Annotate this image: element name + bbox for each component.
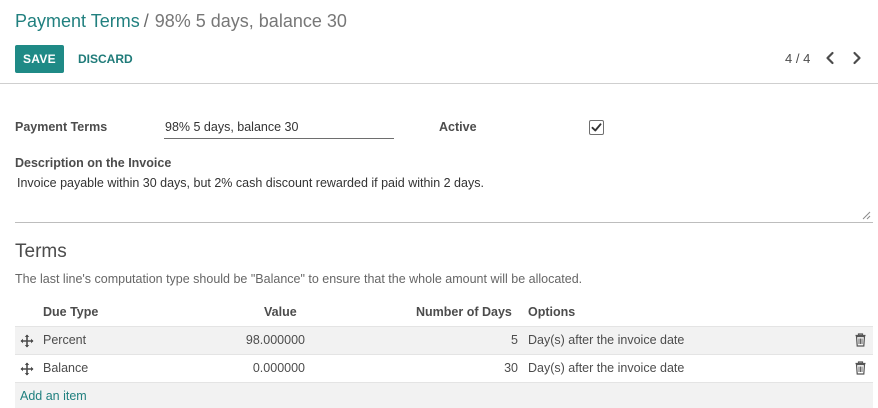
breadcrumb: Payment Terms/98% 5 days, balance 30 xyxy=(15,11,347,32)
cell-due-type: Percent xyxy=(43,333,87,347)
resize-grip-icon[interactable] xyxy=(862,211,871,220)
checkmark-icon xyxy=(591,123,602,132)
column-header-options[interactable]: Options xyxy=(528,305,575,319)
active-label: Active xyxy=(439,120,477,134)
add-item-link[interactable]: Add an item xyxy=(20,389,87,403)
terms-help-text: The last line's computation type should … xyxy=(15,272,583,286)
table-row[interactable]: Percent 98.000000 5 Day(s) after the inv… xyxy=(15,326,873,354)
cell-options: Day(s) after the invoice date xyxy=(528,361,685,375)
breadcrumb-current: 98% 5 days, balance 30 xyxy=(154,11,347,31)
cell-due-type: Balance xyxy=(43,361,89,375)
pager-value[interactable]: 4 / 4 xyxy=(785,51,810,66)
move-handle-icon[interactable] xyxy=(20,362,34,376)
payment-terms-input[interactable]: 98% 5 days, balance 30 xyxy=(164,117,394,139)
cell-days: 30 xyxy=(504,361,518,375)
move-handle-icon[interactable] xyxy=(20,334,34,348)
chevron-left-icon[interactable] xyxy=(824,51,836,65)
description-textarea[interactable]: Invoice payable within 30 days, but 2% c… xyxy=(15,172,873,223)
trash-icon[interactable] xyxy=(855,361,866,375)
cell-value: 98.000000 xyxy=(245,333,305,347)
add-item-row: Add an item xyxy=(15,382,873,408)
save-button[interactable]: SAVE xyxy=(15,45,64,73)
chevron-right-icon[interactable] xyxy=(851,51,863,65)
column-header-days[interactable]: Number of Days xyxy=(416,305,512,319)
cell-options: Day(s) after the invoice date xyxy=(528,333,685,347)
description-label: Description on the Invoice xyxy=(15,156,172,170)
discard-button[interactable]: DISCARD xyxy=(72,45,139,73)
terms-table-header: Due Type Value Number of Days Options xyxy=(15,300,873,326)
active-checkbox[interactable] xyxy=(589,120,604,135)
description-text: Invoice payable within 30 days, but 2% c… xyxy=(17,176,484,190)
terms-section-title: Terms xyxy=(15,241,67,262)
cell-days: 5 xyxy=(511,333,518,347)
column-header-due-type[interactable]: Due Type xyxy=(43,305,98,319)
cell-value: 0.000000 xyxy=(252,361,305,375)
column-header-value[interactable]: Value xyxy=(264,305,297,319)
trash-icon[interactable] xyxy=(855,333,866,347)
control-panel: Payment Terms/98% 5 days, balance 30 SAV… xyxy=(0,0,878,84)
table-row[interactable]: Balance 0.000000 30 Day(s) after the inv… xyxy=(15,354,873,382)
payment-terms-label: Payment Terms xyxy=(15,120,108,134)
breadcrumb-parent-link[interactable]: Payment Terms xyxy=(15,11,140,31)
breadcrumb-separator: / xyxy=(143,11,149,31)
